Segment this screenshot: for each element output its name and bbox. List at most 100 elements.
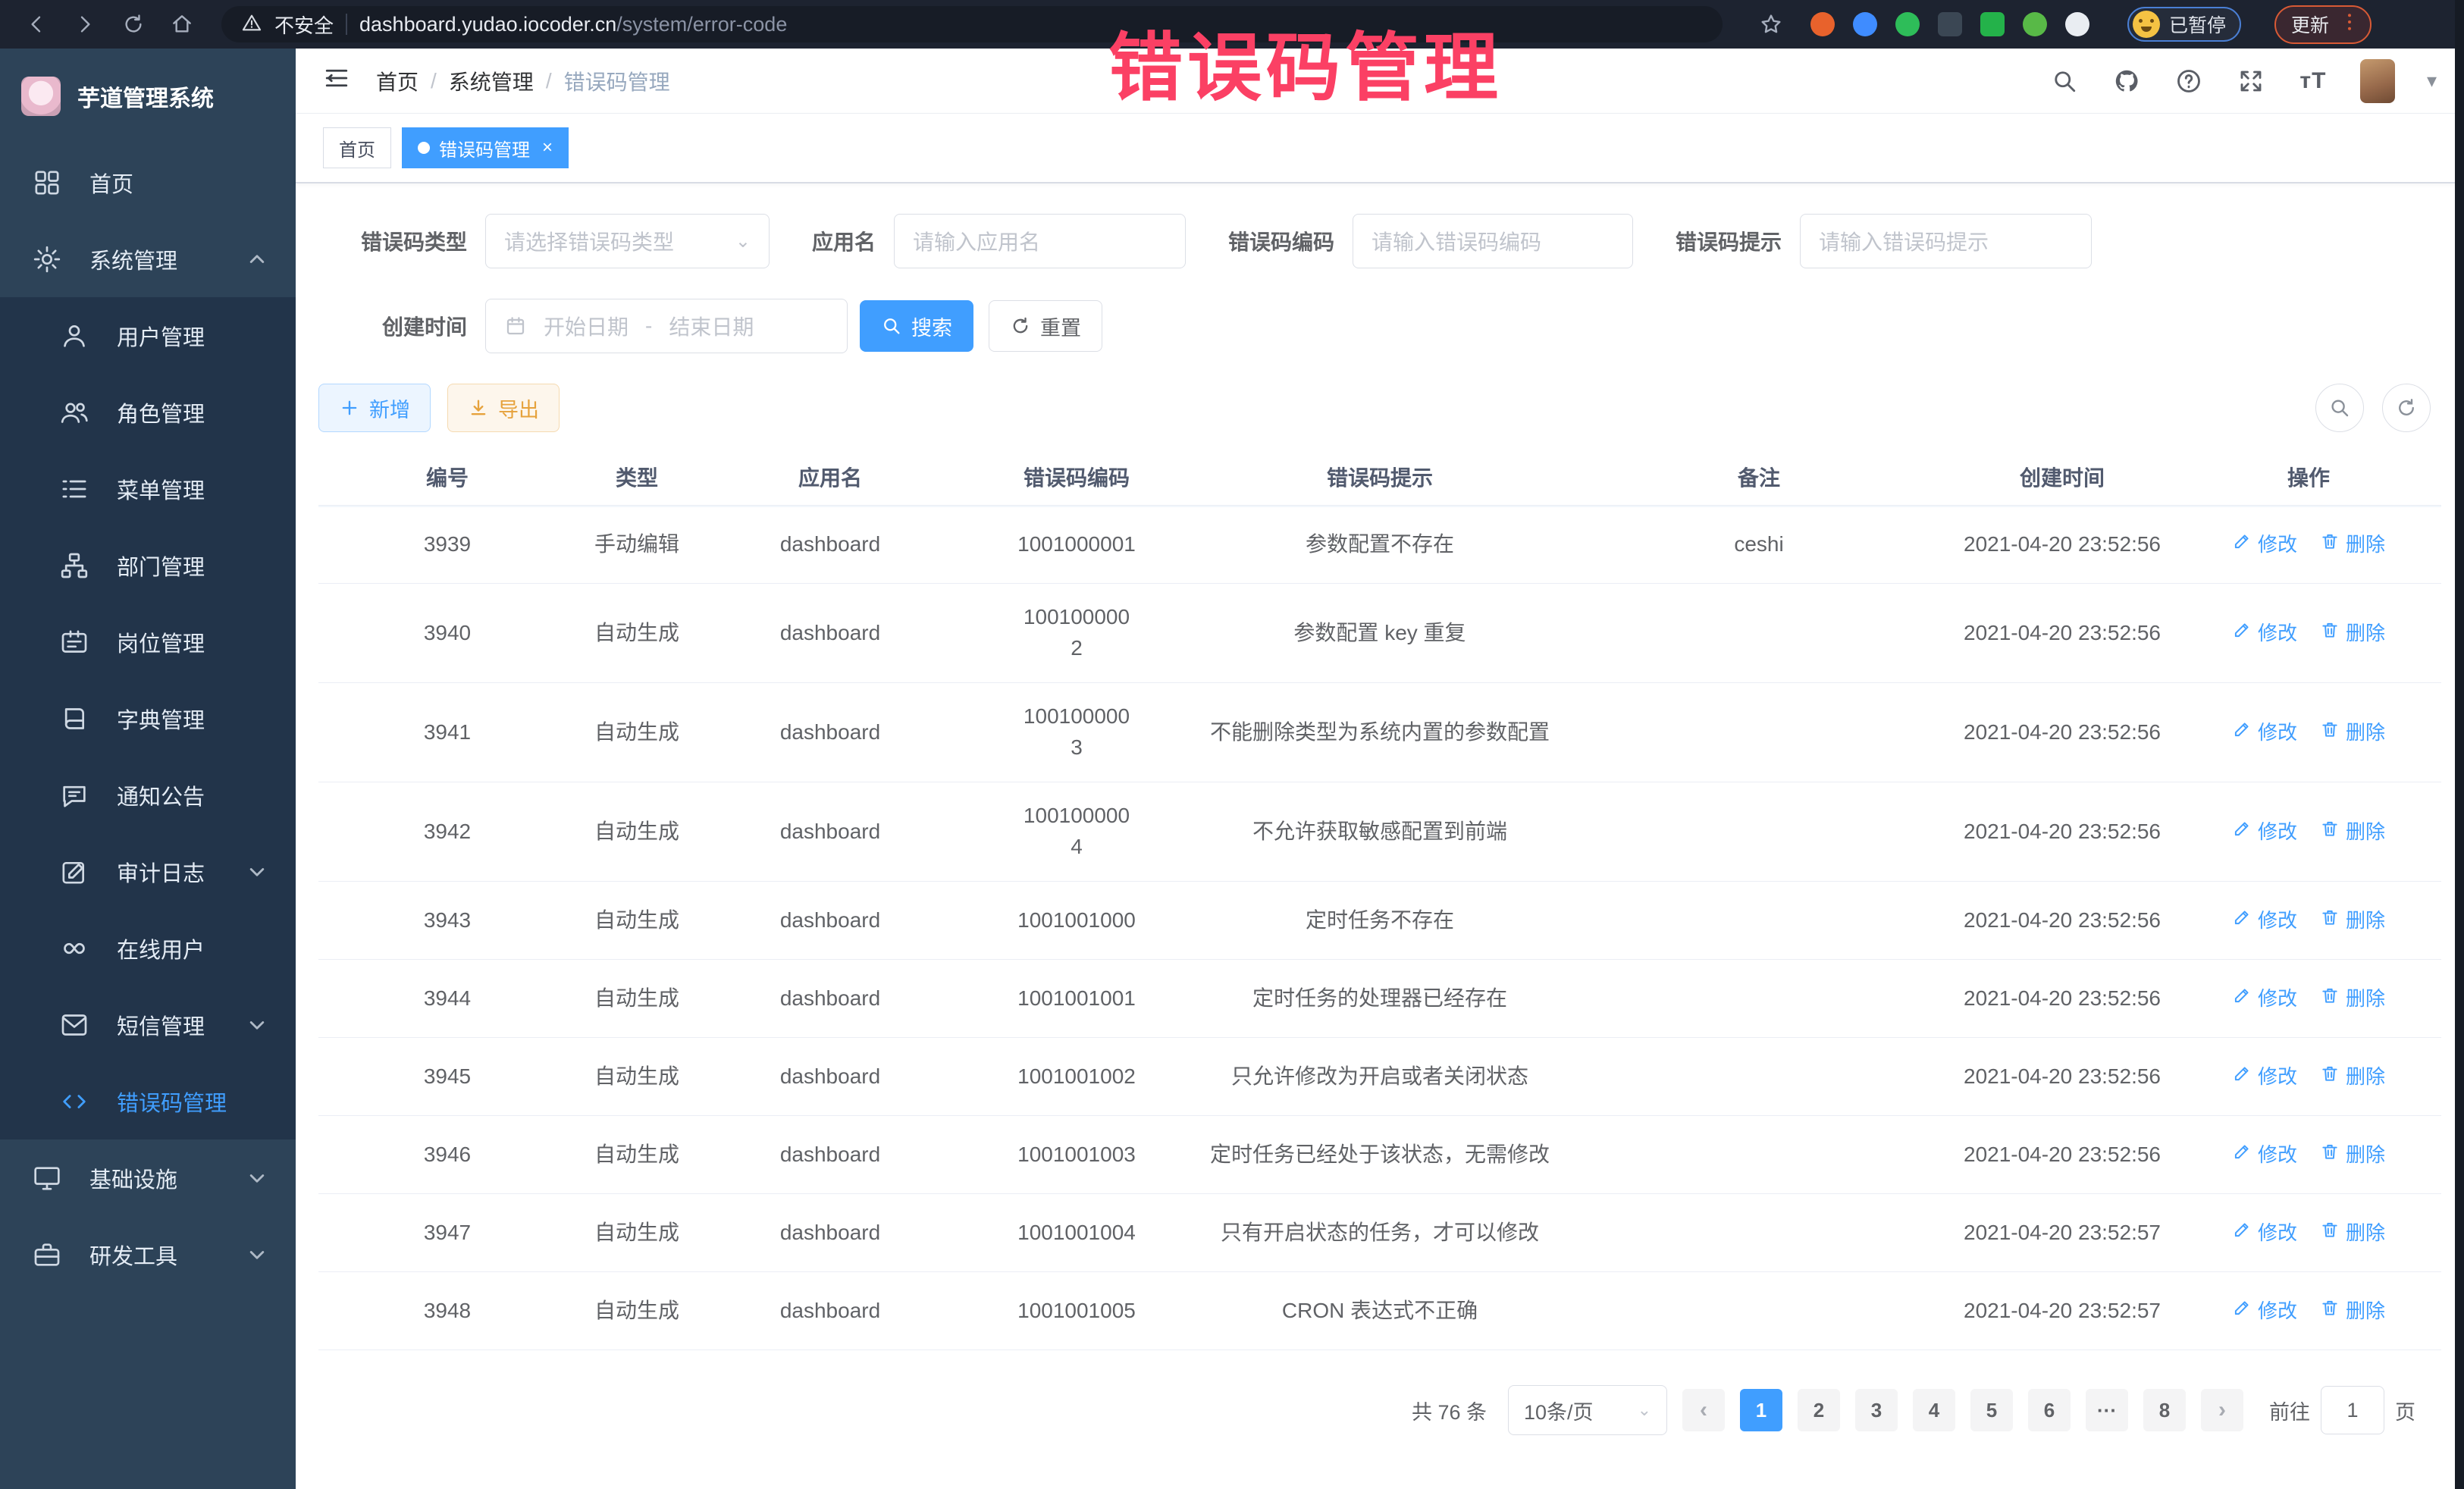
goto-page-input[interactable] (2321, 1386, 2384, 1434)
fullscreen-icon[interactable] (2236, 66, 2266, 96)
table-row: 3942自动生成dashboard1001000004不允许获取敏感配置到前端2… (318, 782, 2441, 882)
edit-button[interactable]: 修改 (2232, 1063, 2297, 1092)
sidebar-item-post[interactable]: 岗位管理 (0, 603, 296, 680)
breadcrumb-item[interactable]: 首页 (376, 66, 419, 96)
show-search-toggle-button[interactable] (2315, 384, 2364, 432)
delete-button[interactable]: 删除 (2320, 531, 2385, 560)
delete-button[interactable]: 删除 (2320, 1063, 2385, 1092)
breadcrumb-item[interactable]: 系统管理 (449, 66, 534, 96)
next-page-button[interactable]: › (2201, 1389, 2243, 1431)
prev-page-button[interactable]: ‹ (1682, 1389, 1725, 1431)
reset-button[interactable]: 重置 (989, 300, 1102, 352)
sidebar-item-system[interactable]: 系统管理 (0, 221, 296, 297)
sidebar-item-role[interactable]: 角色管理 (0, 374, 296, 450)
sidebar-item-label: 角色管理 (117, 397, 270, 428)
delete-button[interactable]: 删除 (2320, 619, 2385, 648)
user-avatar[interactable] (2360, 59, 2395, 103)
sidebar-item-label: 岗位管理 (117, 626, 270, 658)
page-button-1[interactable]: 1 (1740, 1389, 1782, 1431)
app-frame: 芋道管理系统 首页系统管理用户管理角色管理菜单管理部门管理岗位管理字典管理通知公… (0, 49, 2464, 1489)
delete-button[interactable]: 删除 (2320, 1297, 2385, 1326)
cell-type: 自动生成 (576, 1061, 698, 1092)
page-button-4[interactable]: 4 (1913, 1389, 1955, 1431)
edit-button[interactable]: 修改 (2232, 619, 2297, 648)
error-code-input[interactable]: 请输入错误码编码 (1353, 214, 1633, 268)
edit-button[interactable]: 修改 (2232, 719, 2297, 748)
app-name-input[interactable]: 请输入应用名 (894, 214, 1186, 268)
cell-code: 1001000004 (963, 801, 1190, 862)
avatar-caret-icon[interactable]: ▾ (2427, 69, 2437, 92)
add-button[interactable]: 新增 (318, 384, 431, 432)
sidebar-item-dict[interactable]: 字典管理 (0, 680, 296, 757)
sidebar-item-home[interactable]: 首页 (0, 144, 296, 221)
delete-button[interactable]: 删除 (2320, 818, 2385, 847)
cell-actions: 修改删除 (2176, 905, 2441, 936)
sidebar-item-menu[interactable]: 菜单管理 (0, 450, 296, 527)
extension-green-v-icon[interactable] (1895, 12, 1920, 36)
browser-profile-badge[interactable]: 已暂停 (2127, 7, 2241, 42)
sidebar-item-infra[interactable]: 基础设施 (0, 1139, 296, 1216)
sidebar-item-errcode[interactable]: 错误码管理 (0, 1063, 296, 1139)
page-button-6[interactable]: 6 (2028, 1389, 2071, 1431)
sidebar-collapse-icon[interactable] (323, 64, 356, 98)
edit-button[interactable]: 修改 (2232, 985, 2297, 1014)
sidebar-item-online[interactable]: 在线用户 (0, 910, 296, 986)
refresh-table-button[interactable] (2382, 384, 2431, 432)
edit-button[interactable]: 修改 (2232, 1219, 2297, 1248)
export-button[interactable]: 导出 (447, 384, 560, 432)
page-button-3[interactable]: 3 (1855, 1389, 1898, 1431)
extension-onoff-icon[interactable] (1980, 12, 2005, 36)
browser-home-icon[interactable] (161, 6, 203, 42)
help-icon[interactable] (2174, 66, 2204, 96)
page-button-2[interactable]: 2 (1798, 1389, 1840, 1431)
error-msg-input[interactable]: 请输入错误码提示 (1800, 214, 2092, 268)
error-type-select[interactable]: 请选择错误码类型 ⌄ (485, 214, 770, 268)
edit-button[interactable]: 修改 (2232, 531, 2297, 560)
extension-key-icon[interactable] (2023, 12, 2047, 36)
browser-menu-dots-icon[interactable] (2338, 11, 2361, 39)
edit-button[interactable]: 修改 (2232, 1297, 2297, 1326)
cell-type: 手动编辑 (576, 529, 698, 560)
column-header: 备注 (1569, 463, 1948, 494)
page-size-select[interactable]: 10条/页 ⌄ (1508, 1385, 1667, 1435)
tab-首页[interactable]: 首页 (323, 127, 391, 168)
delete-button[interactable]: 删除 (2320, 1141, 2385, 1170)
delete-button[interactable]: 删除 (2320, 907, 2385, 936)
sidebar-item-dept[interactable]: 部门管理 (0, 527, 296, 603)
extension-gem-icon[interactable] (1853, 12, 1877, 36)
table-row: 3947自动生成dashboard1001001004只有开启状态的任务，才可以… (318, 1194, 2441, 1272)
date-range-picker[interactable]: 开始日期 - 结束日期 (485, 299, 848, 353)
cell-app: dashboard (698, 1061, 963, 1092)
delete-button[interactable]: 删除 (2320, 985, 2385, 1014)
extension-puzzle-icon[interactable] (2065, 12, 2089, 36)
browser-forward-icon[interactable] (64, 6, 106, 42)
trash-icon (2320, 1219, 2340, 1248)
page-button-8[interactable]: 8 (2143, 1389, 2186, 1431)
page-button-5[interactable]: 5 (1970, 1389, 2013, 1431)
edit-button[interactable]: 修改 (2232, 1141, 2297, 1170)
delete-button[interactable]: 删除 (2320, 719, 2385, 748)
sidebar-item-audit[interactable]: 审计日志 (0, 833, 296, 910)
sidebar-item-devtool[interactable]: 研发工具 (0, 1216, 296, 1293)
browser-back-icon[interactable] (15, 6, 58, 42)
font-size-icon[interactable]: ᴛT (2298, 66, 2328, 96)
close-tab-icon[interactable]: × (542, 137, 553, 158)
delete-button[interactable]: 删除 (2320, 1219, 2385, 1248)
browser-reload-icon[interactable] (112, 6, 155, 42)
extension-orange-icon[interactable] (1810, 12, 1835, 36)
browser-update-button[interactable]: 更新 (2274, 5, 2372, 44)
pagination-ellipsis[interactable]: ··· (2086, 1389, 2128, 1431)
sidebar-item-notice[interactable]: 通知公告 (0, 757, 296, 833)
search-icon[interactable] (2049, 66, 2080, 96)
github-icon[interactable] (2111, 66, 2142, 96)
extension-grid-icon[interactable] (1938, 12, 1962, 36)
sidebar-item-user[interactable]: 用户管理 (0, 297, 296, 374)
tab-错误码管理[interactable]: 错误码管理× (402, 127, 569, 168)
app-logo-row[interactable]: 芋道管理系统 (0, 49, 296, 144)
search-button[interactable]: 搜索 (860, 300, 973, 352)
edit-button[interactable]: 修改 (2232, 907, 2297, 936)
edit-button[interactable]: 修改 (2232, 818, 2297, 847)
bookmark-star-icon[interactable] (1750, 6, 1792, 42)
sidebar-item-sms[interactable]: 短信管理 (0, 986, 296, 1063)
cell-id: 3946 (318, 1139, 576, 1171)
